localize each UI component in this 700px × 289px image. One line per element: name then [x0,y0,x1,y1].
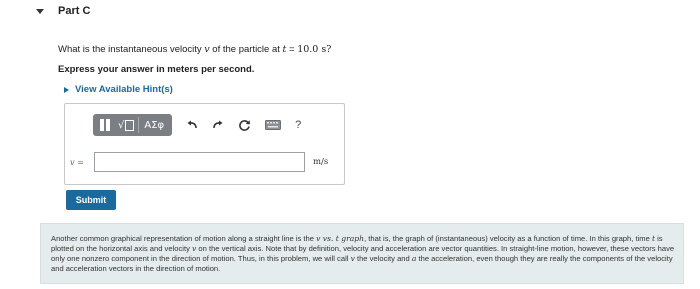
answer-instruction: Express your answer in meters per second… [58,64,255,75]
math-toolbar: √ ΑΣφ ? [93,114,301,136]
info-panel: Another common graphical representation … [40,223,684,284]
part-title: Part C [58,5,91,17]
hint-expand-icon [64,86,69,93]
reset-icon [239,119,250,131]
collapse-caret-icon[interactable] [36,9,44,14]
matrix-icon [100,119,110,131]
answer-input[interactable] [94,152,305,172]
answer-variable-label: v = [70,158,84,167]
unit-label: m/s [313,157,329,167]
keyboard-icon [265,120,282,130]
submit-button[interactable]: Submit [66,190,116,210]
reset-button[interactable] [238,115,251,135]
undo-icon [187,120,197,129]
undo-button[interactable] [186,115,198,135]
sqrt-icon: √ [118,119,135,131]
info-text: Another common graphical representation … [51,234,675,273]
view-hints-label: View Available Hint(s) [75,84,173,95]
view-hints-link[interactable]: View Available Hint(s) [64,84,173,95]
redo-button[interactable] [212,115,224,135]
keyboard-button[interactable] [265,115,282,135]
time-value: 10.0 s? [297,44,332,55]
help-icon: ? [295,119,302,131]
greek-symbols-button[interactable]: ΑΣφ [139,116,169,134]
help-button[interactable]: ? [295,115,301,135]
sqrt-button[interactable]: √ [114,116,138,134]
math-template-group: √ ΑΣφ [93,114,173,136]
question-text: What is the instantaneous velocity v of … [58,44,332,55]
answer-row: v = m/s [65,152,344,174]
matrix-button[interactable] [96,116,114,134]
redo-icon [213,120,223,129]
part-header[interactable]: Part C [0,0,700,24]
answer-box: √ ΑΣφ ? v = m/s [64,103,345,185]
